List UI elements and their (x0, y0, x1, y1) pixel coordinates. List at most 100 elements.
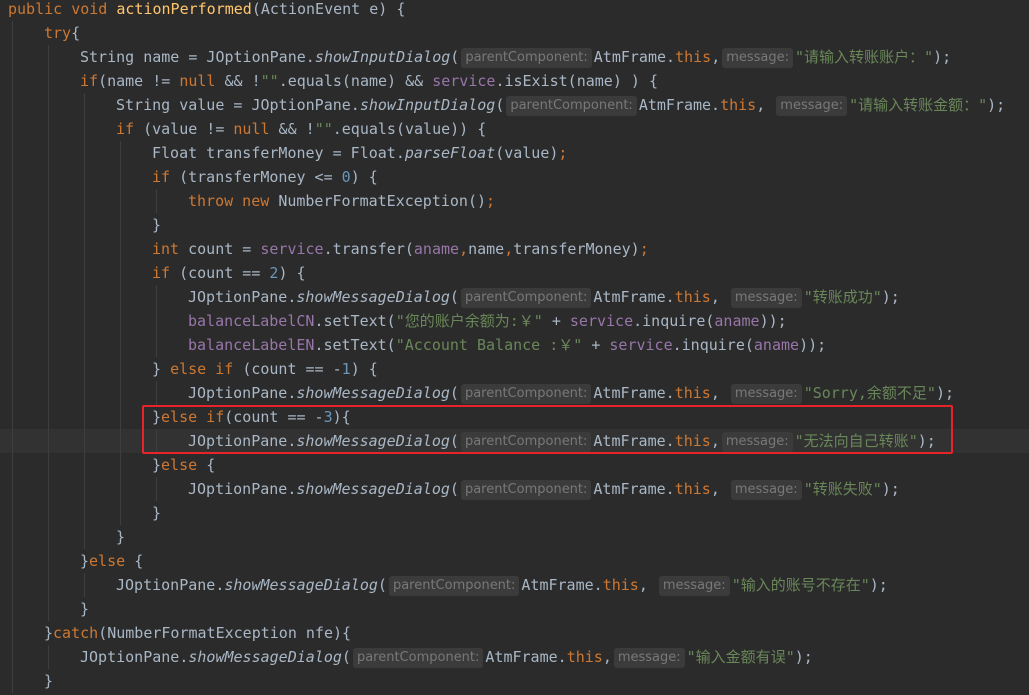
code-line[interactable]: if(name != null && !"".equals(name) && s… (80, 69, 658, 93)
code-token: count = (188, 240, 261, 258)
code-token: ( (450, 48, 460, 66)
code-token: "Sorry,余额不足" (803, 384, 936, 402)
code-token: && ! (215, 72, 261, 90)
code-line[interactable]: JOptionPane.showMessageDialog(parentComp… (188, 285, 900, 309)
code-line[interactable]: } (44, 669, 53, 693)
code-token: try (44, 24, 72, 42)
code-token: , (711, 48, 721, 66)
parameter-hint: parentComponent: (388, 576, 520, 596)
code-token: catch (53, 624, 99, 642)
code-token: } (152, 360, 171, 378)
code-token: (ActionEvent e) { (251, 0, 406, 18)
code-line[interactable]: String name = JOptionPane.showInputDialo… (80, 45, 951, 69)
code-token: null (179, 72, 216, 90)
code-line[interactable]: throw new NumberFormatException(); (188, 189, 495, 213)
code-token: } (44, 624, 54, 642)
code-token: else if (170, 360, 243, 378)
code-line[interactable]: JOptionPane.showMessageDialog(parentComp… (188, 477, 900, 501)
code-token: JOptionPane. (116, 576, 225, 594)
code-token: JOptionPane. (188, 384, 297, 402)
code-token: actionPerformed (116, 0, 252, 18)
code-line[interactable]: } (80, 597, 89, 621)
code-token: String name = JOptionPane. (80, 48, 315, 66)
code-token: aname (753, 336, 800, 354)
code-token: ); (933, 48, 952, 66)
code-line[interactable]: JOptionPane.showMessageDialog(parentComp… (80, 645, 813, 669)
code-token: public void (8, 0, 117, 18)
code-token: ( (449, 384, 459, 402)
code-token: showInputDialog (359, 96, 496, 114)
code-token: .equals(value)) { (332, 120, 487, 138)
code-token: null (233, 120, 270, 138)
code-token: .isExist(name) ) { (495, 72, 658, 90)
parameter-hint: message: (730, 384, 802, 404)
parameter-hint: parentComponent: (460, 288, 592, 308)
code-token: .inquire( (672, 336, 754, 354)
code-token: ) { (350, 168, 378, 186)
code-line[interactable]: }else { (152, 453, 215, 477)
code-token: name (468, 240, 505, 258)
code-token: showMessageDialog (296, 384, 450, 402)
parameter-hint: message: (613, 648, 685, 668)
code-line[interactable]: } (152, 213, 161, 237)
code-token: .inquire( (633, 312, 715, 330)
code-token: (transferMoney <= (179, 168, 342, 186)
code-token: throw new (188, 192, 279, 210)
code-token: "" (260, 72, 279, 90)
code-line[interactable]: public void actionPerformed(ActionEvent … (8, 0, 405, 21)
code-token: ; (486, 192, 496, 210)
code-line[interactable]: }catch(NumberFormatException nfe){ (44, 621, 351, 645)
code-token: AtmFrame. (593, 288, 675, 306)
code-token: NumberFormatException() (278, 192, 487, 210)
code-token: service (569, 312, 634, 330)
code-line[interactable]: if (value != null && !"".equals(value)) … (116, 117, 486, 141)
code-token: "您的账户余额为:￥" (395, 312, 543, 330)
code-line[interactable]: int count = service.transfer(aname,name,… (152, 237, 649, 261)
code-token: } (152, 504, 162, 522)
code-token: (value != (143, 120, 234, 138)
code-line[interactable]: }else { (80, 549, 143, 573)
code-token: ) { (278, 264, 306, 282)
parameter-hint: parentComponent: (506, 96, 637, 116)
code-line[interactable]: JOptionPane.showMessageDialog(parentComp… (116, 573, 888, 597)
code-token: this (720, 96, 757, 114)
code-line[interactable]: balanceLabelEN.setText("Account Balance … (188, 333, 826, 357)
code-token: .equals(name) && (278, 72, 433, 90)
code-line[interactable]: } else if (count == -1) { (152, 357, 378, 381)
code-token: ); (881, 480, 900, 498)
code-token: JOptionPane. (188, 480, 297, 498)
code-line[interactable]: Float transferMoney = Float.parseFloat(v… (152, 141, 567, 165)
code-token: "Account Balance :￥" (395, 336, 583, 354)
code-line[interactable]: try{ (44, 21, 80, 45)
code-token: .setText( (314, 312, 396, 330)
code-token: if (116, 120, 144, 138)
code-line[interactable]: if (count == 2) { (152, 261, 306, 285)
code-line[interactable]: balanceLabelCN.setText("您的账户余额为:￥" + ser… (188, 309, 787, 333)
code-token: , (710, 288, 729, 306)
code-token: } (80, 552, 90, 570)
code-token: transferMoney) (513, 240, 640, 258)
code-token: )); (799, 336, 827, 354)
code-line[interactable]: } (152, 501, 161, 525)
code-token: "转账失败" (803, 480, 882, 498)
code-editor[interactable]: public void actionPerformed(ActionEvent … (0, 0, 1029, 695)
code-token: + (542, 312, 570, 330)
code-token: int (152, 240, 189, 258)
code-token: } (152, 216, 162, 234)
parameter-hint: parentComponent: (352, 648, 484, 668)
code-token: ( (449, 480, 459, 498)
code-token: ) { (350, 360, 378, 378)
code-token: , (504, 240, 514, 258)
code-token: AtmFrame. (485, 648, 567, 666)
code-token: "请输入转账金额：" (849, 96, 988, 114)
code-line[interactable]: String value = JOptionPane.showInputDial… (116, 93, 1005, 117)
code-token: balanceLabelCN (188, 312, 315, 330)
code-line[interactable]: if (transferMoney <= 0) { (152, 165, 378, 189)
code-token: JOptionPane. (188, 288, 297, 306)
code-token: (value) (495, 144, 559, 162)
annotation-highlight-box (142, 405, 953, 454)
code-token: this (602, 576, 639, 594)
code-line[interactable]: JOptionPane.showMessageDialog(parentComp… (188, 381, 954, 405)
code-line[interactable]: } (116, 525, 125, 549)
parameter-hint: message: (658, 576, 730, 596)
